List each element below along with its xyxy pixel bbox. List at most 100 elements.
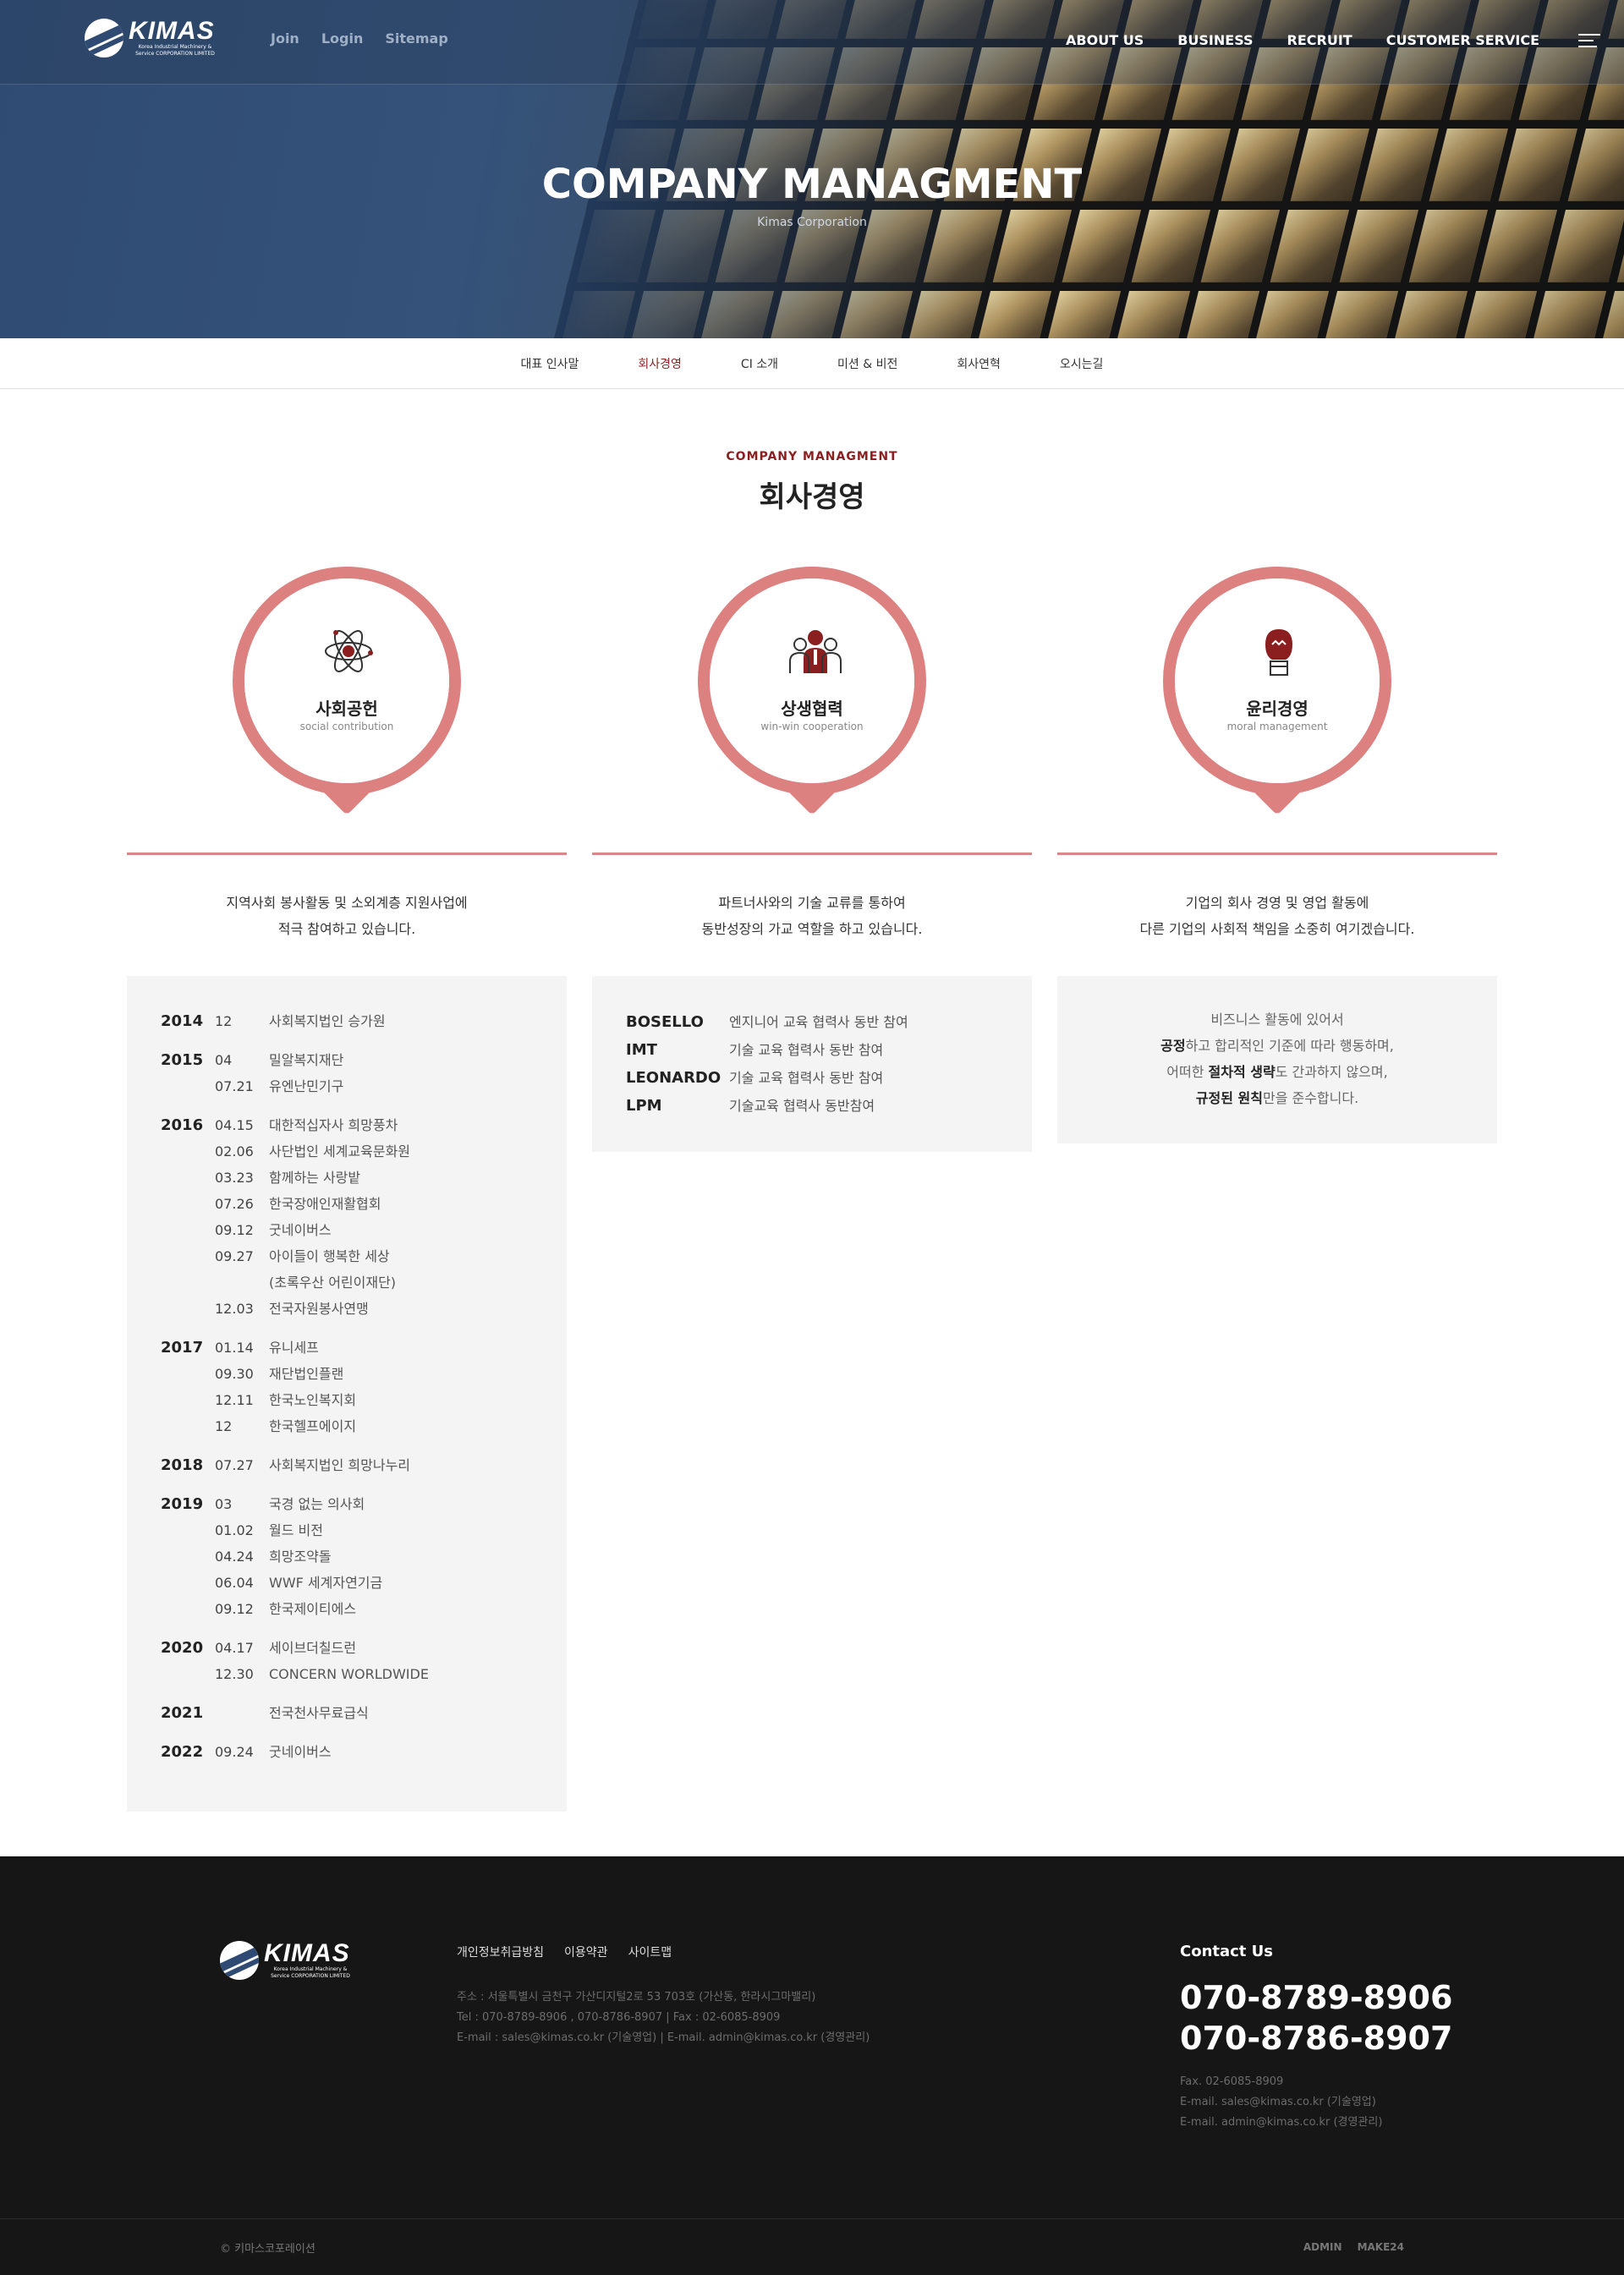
event-date: 12.11 <box>215 1392 254 1408</box>
event-name: 굿네이버스 <box>269 1744 332 1760</box>
email-sales: E-mail. sales@kimas.co.kr (기술영업) <box>1180 2096 1376 2108</box>
site-logo[interactable]: KIMAS Korea Industrial Machinery & Servi… <box>85 19 222 58</box>
main-nav: ABOUT US BUSINESS RECRUIT CUSTOMER SERVI… <box>1066 32 1539 48</box>
timeline-row: 02.06 사단법인 세계교육문화원 <box>215 1138 567 1165</box>
phone-number-2[interactable]: 070-8786-8907 <box>1180 2020 1452 2057</box>
partner-name: IMT <box>626 1041 657 1059</box>
login-link[interactable]: Login <box>321 30 364 47</box>
event-name: (초록우산 어린이재단) <box>269 1275 397 1291</box>
divider <box>127 852 567 855</box>
event-name: 아이들이 행복한 세상 <box>269 1248 390 1264</box>
terms-link[interactable]: 이용약관 <box>564 1943 608 1960</box>
event-name: 한국장애인재활협회 <box>269 1196 381 1212</box>
partner-name: BOSELLO <box>626 1013 704 1031</box>
event-name: 사회복지법인 희망나누리 <box>269 1457 411 1473</box>
tab-location[interactable]: 오시는길 <box>1060 355 1104 372</box>
logo-wordmark: KIMAS <box>264 1939 350 1967</box>
logo-wordmark: KIMAS <box>129 17 215 45</box>
footer-divider <box>0 2218 1624 2219</box>
event-name: 한국헬프에이지 <box>269 1418 357 1434</box>
tab-history[interactable]: 회사연혁 <box>957 355 1001 372</box>
nav-about-us[interactable]: ABOUT US <box>1066 32 1144 48</box>
partner-row: BOSELLO 엔지니어 교육 협력사 동반 참여 <box>626 1008 998 1036</box>
sitemap-link[interactable]: Sitemap <box>385 30 447 47</box>
nav-business[interactable]: BUSINESS <box>1177 32 1253 48</box>
divider <box>1057 852 1497 855</box>
admin-link[interactable]: ADMIN <box>1303 2241 1342 2253</box>
partner-list: BOSELLO 엔지니어 교육 협력사 동반 참여 IMT 기술 교육 협력사 동반 … <box>592 976 1032 1152</box>
boxing-glove-icon <box>1254 626 1304 677</box>
event-date: 07.27 <box>215 1457 254 1473</box>
timeline-row: 01.14 유니세프 <box>215 1335 567 1361</box>
timeline-year: 2017 01.14 유니세프 09.30 재단법인플랜 12.11 한국노인복지회 12 한국… <box>161 1335 567 1439</box>
event-name: 사단법인 세계교육문화원 <box>269 1143 411 1159</box>
event-name: WWF 세계자연기금 <box>269 1575 383 1591</box>
event-name: 국경 없는 의사회 <box>269 1496 365 1512</box>
hero-banner: KIMAS Korea Industrial Machinery & Servi… <box>0 0 1624 338</box>
event-date: 04.24 <box>215 1549 254 1565</box>
timeline-row: 07.21 유엔난민기구 <box>215 1073 567 1099</box>
event-name: 희망조약돌 <box>269 1549 332 1565</box>
event-name: 한국제이티에스 <box>269 1601 357 1617</box>
contact-title: Contact Us <box>1180 1943 1274 1960</box>
card-title: 상생협력 <box>781 699 843 719</box>
event-name: 함께하는 사랑밭 <box>269 1170 361 1186</box>
timeline-row: 09.12 한국제이티에스 <box>215 1596 567 1622</box>
timeline-row: 09.12 굿네이버스 <box>215 1217 567 1243</box>
event-date: 04.17 <box>215 1640 254 1656</box>
footer-links: 개인정보취급방침 이용약관 사이트맵 <box>457 1943 672 1960</box>
contact-details: Fax. 02-6085-8909 E-mail. sales@kimas.co… <box>1180 2072 1382 2133</box>
year-label: 2017 <box>161 1339 204 1357</box>
card-pin-badge: 사회공헌 social contribution <box>233 567 461 820</box>
timeline-row: 06.04 WWF 세계자연기금 <box>215 1570 567 1596</box>
partner-desc: 기술 교육 협력사 동반 참여 <box>729 1042 884 1058</box>
card-title: 윤리경영 <box>1246 699 1309 719</box>
timeline-year: 2016 04.15 대한적십자사 희망풍차 02.06 사단법인 세계교육문화원 03.… <box>161 1112 567 1322</box>
hero-subtitle: Kimas Corporation <box>757 216 867 229</box>
privacy-link[interactable]: 개인정보취급방침 <box>457 1943 544 1960</box>
tab-greeting[interactable]: 대표 인사말 <box>521 355 579 372</box>
sub-navigation: 대표 인사말 회사경영 CI 소개 미션 & 비전 회사연혁 오시는길 <box>0 338 1624 389</box>
event-date: 04 <box>215 1052 233 1068</box>
timeline-row: 12.11 한국노인복지회 <box>215 1387 567 1413</box>
make24-link[interactable]: MAKE24 <box>1358 2241 1404 2253</box>
emails: E-mail : sales@kimas.co.kr (기술영업) | E-ma… <box>457 2031 870 2044</box>
card-pin-badge: 윤리경영 moral management <box>1163 567 1391 820</box>
company-info: 주소 : 서울특별시 금천구 가산디지털2로 53 703호 (가산동, 한라시… <box>457 1987 870 2048</box>
timeline-row: 07.27 사회복지법인 희망나누리 <box>215 1452 567 1478</box>
timeline-year: 2021 전국천사무료급식 <box>161 1700 567 1726</box>
phone-number-1[interactable]: 070-8789-8906 <box>1180 1979 1452 2016</box>
footer-utility: ADMIN MAKE24 <box>1303 2241 1404 2253</box>
email-admin: E-mail. admin@kimas.co.kr (경영관리) <box>1180 2116 1383 2129</box>
timeline-row: 04.24 희망조약돌 <box>215 1543 567 1570</box>
year-label: 2015 <box>161 1051 204 1069</box>
address: 주소 : 서울특별시 금천구 가산디지털2로 53 703호 (가산동, 한라시… <box>457 1991 816 2004</box>
logo-subtext: Korea Industrial Machinery & Service COR… <box>271 1966 350 1979</box>
timeline-row: 04.17 세이브더칠드런 <box>215 1635 567 1661</box>
timeline-row: 09.24 굿네이버스 <box>215 1739 567 1765</box>
timeline-year: 2015 04 밀알복지재단 07.21 유엔난민기구 <box>161 1047 567 1099</box>
nav-recruit[interactable]: RECRUIT <box>1287 32 1352 48</box>
sitemap-link[interactable]: 사이트맵 <box>628 1943 672 1960</box>
footer-logo[interactable]: KIMAS Korea Industrial Machinery & Servi… <box>220 1941 357 1980</box>
timeline-row: 03 국경 없는 의사회 <box>215 1491 567 1517</box>
year-label: 2018 <box>161 1456 204 1474</box>
nav-customer-service[interactable]: CUSTOMER SERVICE <box>1386 32 1539 48</box>
event-date: 04.15 <box>215 1117 254 1133</box>
join-link[interactable]: Join <box>271 30 299 47</box>
logo-globe-icon <box>220 1941 259 1980</box>
copyright: © 키마스코포레이션 <box>220 2243 315 2256</box>
card-subtitle: moral management <box>1226 721 1328 732</box>
tel-fax: Tel : 070-8789-8906 , 070-8786-8907 | Fa… <box>457 2011 781 2024</box>
tab-ci[interactable]: CI 소개 <box>741 355 778 372</box>
timeline-row: 09.30 재단법인플랜 <box>215 1361 567 1387</box>
tab-mission-vision[interactable]: 미션 & 비전 <box>837 355 897 372</box>
timeline-row: 04.15 대한적십자사 희망풍차 <box>215 1112 567 1138</box>
partner-desc: 엔지니어 교육 협력사 동반 참여 <box>729 1014 908 1030</box>
tab-company-management[interactable]: 회사경영 <box>638 355 682 372</box>
menu-icon[interactable] <box>1578 34 1600 47</box>
event-name: 전국천사무료급식 <box>269 1705 369 1721</box>
event-date: 09.27 <box>215 1248 254 1264</box>
timeline-year: 2018 07.27 사회복지법인 희망나누리 <box>161 1452 567 1478</box>
timeline-year: 2022 09.24 굿네이버스 <box>161 1739 567 1765</box>
